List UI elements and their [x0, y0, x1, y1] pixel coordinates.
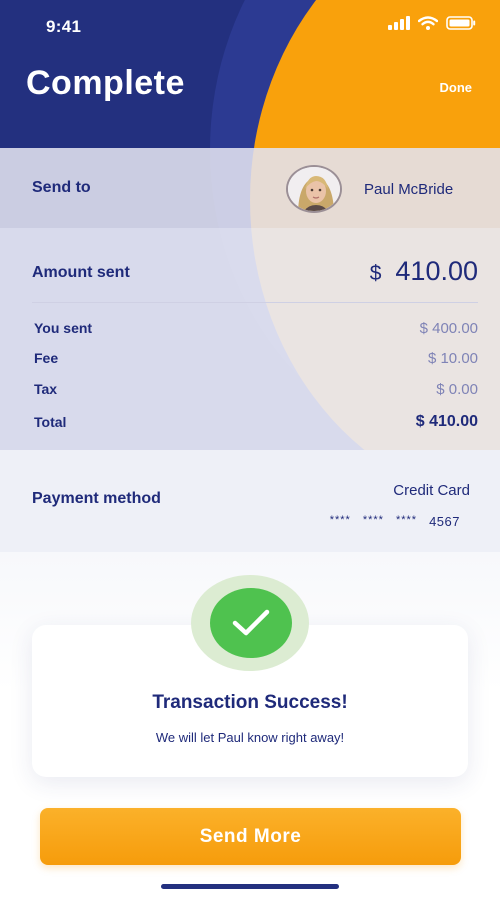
- recipient-name: Paul McBride: [364, 181, 454, 198]
- success-title: Transaction Success!: [152, 692, 348, 713]
- breakdown-value: $ 0.00: [436, 380, 478, 398]
- send-to-row: Send to Paul McBride: [0, 148, 500, 228]
- breakdown-value: $ 410.00: [415, 413, 478, 430]
- payment-method-section: Payment method Credit Card **** **** ***…: [0, 450, 500, 552]
- done-button[interactable]: Done: [440, 80, 473, 95]
- payment-type: Credit Card: [393, 482, 470, 499]
- battery-icon: [446, 16, 476, 35]
- breakdown-label: You sent: [34, 320, 93, 336]
- recipient-avatar: [286, 165, 342, 213]
- home-indicator[interactable]: [161, 884, 339, 889]
- breakdown-row-total: Total $ 410.00: [34, 412, 478, 432]
- breakdown-label: Total: [34, 414, 67, 430]
- card-last4: 4567: [429, 514, 460, 529]
- send-more-button[interactable]: Send More: [40, 808, 461, 865]
- amount-currency: $: [369, 262, 382, 285]
- checkmark-icon: [210, 588, 292, 658]
- signal-icon: [388, 16, 410, 35]
- card-mask-group: ****: [362, 514, 384, 526]
- breakdown-label: Tax: [34, 381, 58, 397]
- amount-sent-label: Amount sent: [32, 264, 130, 281]
- amount-section: Amount sent $ 410.00 You sent $ 400.00 F…: [0, 228, 500, 450]
- card-number: **** **** **** 4567: [330, 514, 460, 529]
- amount-sent-value: $ 410.00: [370, 256, 478, 287]
- send-to-label: Send to: [32, 179, 91, 196]
- breakdown-value: $ 400.00: [419, 319, 478, 337]
- card-mask-group: ****: [395, 514, 418, 526]
- status-bar: 9:41: [0, 0, 500, 52]
- breakdown-label: Fee: [34, 350, 59, 366]
- amount-number: 410.00: [395, 256, 478, 286]
- success-subtitle: We will let Paul know right away!: [155, 730, 345, 745]
- wifi-icon: [417, 16, 439, 35]
- page-title: Complete: [26, 64, 185, 102]
- breakdown-row-you-sent: You sent $ 400.00: [34, 318, 478, 338]
- status-icons: [388, 16, 476, 35]
- payment-method-label: Payment method: [32, 490, 161, 507]
- card-mask-group: ****: [329, 514, 351, 526]
- breakdown-row-fee: Fee $ 10.00: [34, 348, 478, 368]
- divider: [32, 302, 478, 303]
- status-time: 9:41: [46, 17, 82, 36]
- breakdown-row-tax: Tax $ 0.00: [34, 379, 478, 399]
- breakdown-value: $ 10.00: [427, 349, 478, 367]
